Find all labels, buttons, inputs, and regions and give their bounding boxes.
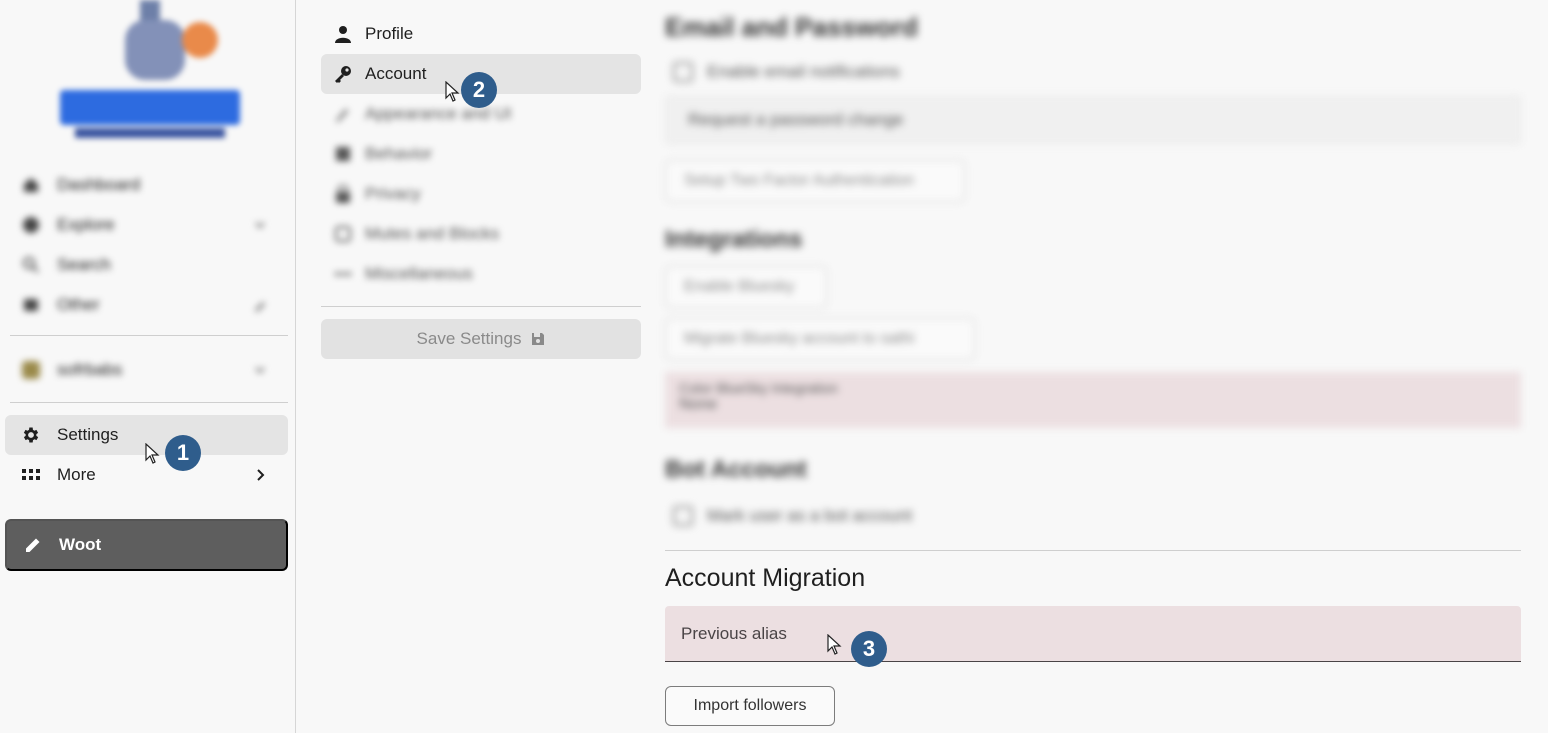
app-window: Dashboard Explore Search Other sofrbabs	[0, 0, 1548, 733]
step-badge-2: 2	[461, 72, 497, 108]
settings-item-label: Account	[365, 64, 427, 83]
sidebar-divider	[10, 402, 288, 403]
settings-item-label: Appearance and UI	[365, 104, 512, 123]
woot-button[interactable]: Woot	[5, 519, 288, 571]
app-logo[interactable]	[55, 0, 245, 150]
bot-account-heading: Bot Account	[665, 456, 807, 483]
section-divider	[665, 550, 1521, 551]
checkbox-icon	[673, 62, 693, 82]
sidebar-item-label: Search	[57, 255, 111, 274]
migrate-bluesky-button[interactable]: Migrate Bluesky account to sathi	[665, 318, 975, 360]
settings-item-misc[interactable]: Miscellaneous	[321, 254, 641, 294]
integrations-heading: Integrations	[665, 226, 803, 253]
settings-menu-divider	[321, 306, 641, 307]
woot-label: Woot	[59, 535, 102, 554]
settings-item-behavior[interactable]: Behavior	[321, 134, 641, 174]
sidebar-account[interactable]: sofrbabs	[5, 350, 288, 390]
more-icon	[333, 264, 353, 284]
two-factor-button[interactable]: Setup Two Factor Authentication	[665, 160, 965, 202]
email-password-heading: Email and Password	[665, 12, 918, 42]
step-badge-1: 1	[165, 435, 201, 471]
edit-icon	[250, 295, 270, 315]
settings-menu: Profile Account Appearance and UI Behavi…	[321, 14, 641, 294]
settings-item-label: Miscellaneous	[365, 264, 473, 283]
settings-item-mutes[interactable]: Mutes and Blocks	[321, 214, 641, 254]
account-migration-heading: Account Migration	[665, 564, 866, 592]
chevron-right-icon	[250, 465, 270, 485]
mouse-cursor-icon	[145, 443, 160, 464]
sidebar-item-label: More	[57, 465, 96, 484]
floppy-disk-icon	[531, 332, 545, 346]
settings-content: Email and Password Enable email notifica…	[665, 0, 1521, 733]
save-settings-button[interactable]: Save Settings	[321, 319, 641, 359]
sidebar-item-other[interactable]: Other	[5, 285, 288, 325]
sidebar-item-label: Other	[57, 295, 100, 314]
chevron-down-icon	[250, 360, 270, 380]
checkbox-icon	[673, 506, 693, 526]
enable-bluesky-button[interactable]: Enable Bluesky	[665, 266, 827, 308]
import-followers-button[interactable]: Import followers	[665, 686, 835, 726]
avatar	[21, 360, 41, 380]
pencil-icon	[23, 535, 43, 555]
search-icon	[21, 255, 41, 275]
step-badge-3: 3	[851, 631, 887, 667]
sidebar-item-label: Settings	[57, 425, 119, 444]
block-icon	[333, 224, 353, 244]
mouse-cursor-icon	[445, 81, 460, 102]
sidebar-item-label: Explore	[57, 215, 115, 234]
key-icon	[333, 64, 353, 84]
gear-icon	[21, 425, 41, 445]
email-notifications-checkbox[interactable]: Enable email notifications	[673, 62, 900, 82]
bot-account-checkbox[interactable]: Mark user as a bot account	[673, 506, 912, 526]
sidebar-divider	[10, 335, 288, 336]
sidebar: Dashboard Explore Search Other sofrbabs	[0, 0, 296, 733]
bluesky-select[interactable]: Color BlueSky Integration None	[665, 372, 1521, 428]
sidebar-item-dashboard[interactable]: Dashboard	[5, 165, 288, 205]
bluesky-select-value: None	[679, 396, 718, 413]
account-name: sofrbabs	[57, 360, 123, 379]
sidebar-item-search[interactable]: Search	[5, 245, 288, 285]
mouse-cursor-icon	[827, 634, 842, 655]
sidebar-item-label: Dashboard	[57, 175, 141, 194]
password-action-select[interactable]: Request a password change	[665, 96, 1521, 144]
inbox-icon	[21, 295, 41, 315]
save-settings-label: Save Settings	[416, 329, 522, 348]
brush-icon	[333, 104, 353, 124]
compass-icon	[21, 215, 41, 235]
bluesky-select-label: Color BlueSky Integration	[679, 380, 838, 396]
chevron-down-icon	[250, 215, 270, 235]
migrate-bluesky-label: Migrate Bluesky account to sathi	[684, 330, 915, 347]
email-notifications-label: Enable email notifications	[707, 62, 900, 81]
settings-item-label: Profile	[365, 24, 414, 43]
two-factor-label: Setup Two Factor Authentication	[684, 172, 915, 189]
previous-alias-input[interactable]	[681, 623, 1521, 644]
settings-item-privacy[interactable]: Privacy	[321, 174, 641, 214]
bot-account-label: Mark user as a bot account	[707, 506, 913, 525]
settings-item-profile[interactable]: Profile	[321, 14, 641, 54]
sidebar-item-explore[interactable]: Explore	[5, 205, 288, 245]
settings-item-label: Privacy	[365, 184, 421, 203]
home-icon	[21, 175, 41, 195]
tune-icon	[333, 144, 353, 164]
enable-bluesky-label: Enable Bluesky	[684, 278, 795, 295]
lock-icon	[333, 184, 353, 204]
person-icon	[333, 24, 353, 44]
settings-item-label: Behavior	[365, 144, 433, 163]
settings-item-label: Mutes and Blocks	[365, 224, 500, 243]
previous-alias-field[interactable]	[665, 606, 1521, 662]
password-action-value: Request a password change	[688, 110, 904, 129]
grid-icon	[21, 465, 41, 485]
